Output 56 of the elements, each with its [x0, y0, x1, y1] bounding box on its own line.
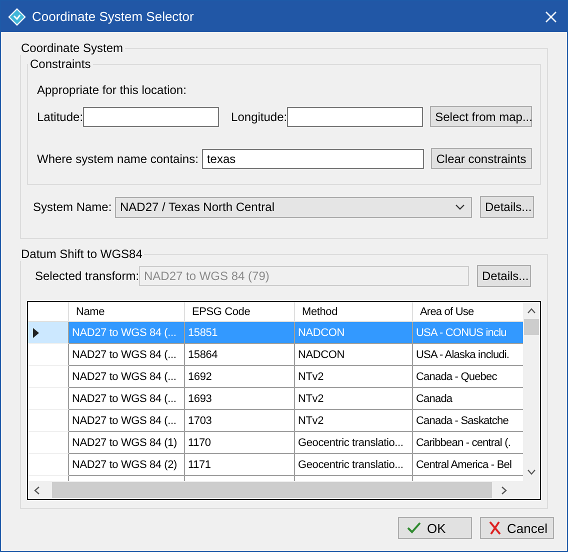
- input-field[interactable]: [287, 106, 424, 126]
- table-cell: NAD27 to WGS 84 (...: [69, 322, 185, 344]
- checkmark-icon: [407, 522, 421, 534]
- field-label: Where system name contains:: [37, 152, 200, 166]
- field-label: Latitude:: [37, 110, 84, 124]
- scroll-thumb[interactable]: [524, 319, 539, 335]
- table-cell: USA - CONUS inclu: [413, 322, 523, 344]
- table-cell: 1693: [185, 388, 295, 410]
- table-cell: NAD27 to WGS 84 (...: [69, 410, 185, 432]
- group-title: Coordinate System: [19, 41, 126, 55]
- details-button[interactable]: Details...: [477, 265, 531, 287]
- field-label: System Name:: [33, 200, 113, 214]
- table-cell: 1703: [185, 410, 295, 432]
- field-label: Appropriate for this location:: [37, 83, 188, 97]
- field-label: Selected transform:: [35, 269, 139, 283]
- table-cell: Geocentric translatio...: [295, 432, 413, 454]
- table-cell: 15864: [185, 344, 295, 366]
- group-title: Constraints: [28, 57, 93, 71]
- select-from-map-button[interactable]: Select from map...: [430, 106, 532, 127]
- table-cell: 15851: [185, 322, 295, 344]
- ok-button[interactable]: OK: [398, 517, 472, 539]
- scroll-left-icon: [34, 486, 40, 494]
- scroll-down-icon: [527, 469, 536, 475]
- window-title: Coordinate System Selector: [32, 9, 195, 24]
- table-cell: 1171: [185, 454, 295, 476]
- scroll-thumb[interactable]: [52, 482, 492, 498]
- table-cell: NAD27 to WGS 84 (1): [69, 432, 185, 454]
- input-field[interactable]: [83, 106, 220, 126]
- field-label: Longitude:: [231, 110, 288, 124]
- table-cell: NTv2: [295, 388, 413, 410]
- details-button[interactable]: Details...: [480, 196, 534, 218]
- dropdown[interactable]: NAD27 / Texas North Central: [115, 196, 472, 218]
- close-icon: [545, 10, 557, 22]
- table-cell: 1170: [185, 432, 295, 454]
- current-row-arrow-icon: [33, 328, 39, 338]
- input-field[interactable]: texas: [202, 148, 424, 168]
- table-cell: NTv2: [295, 410, 413, 432]
- cross-icon: [489, 521, 501, 535]
- scroll-right-icon: [501, 486, 507, 494]
- table-cell: NAD27 to WGS 84 (...: [69, 366, 185, 388]
- vertical-scrollbar[interactable]: [523, 302, 540, 481]
- table-cell: Geocentric translatio...: [295, 454, 413, 476]
- table-cell: NADCON: [295, 322, 413, 344]
- scroll-up-icon: [527, 308, 536, 314]
- clear-constraints-button[interactable]: Clear constraints: [430, 148, 532, 169]
- table-cell: NAD27 to WGS 84 (...: [69, 344, 185, 366]
- table-cell: 1692: [185, 366, 295, 388]
- table-cell: NAD27 to WGS 84 (2): [69, 454, 185, 476]
- chevron-down-icon: [455, 204, 465, 210]
- row-header[interactable]: [28, 322, 69, 344]
- table-cell: NADCON: [295, 344, 413, 366]
- cancel-button[interactable]: Cancel: [480, 517, 554, 539]
- table-cell: NAD27 to WGS 84 (...: [69, 388, 185, 410]
- app-logo-icon: [8, 8, 26, 26]
- group-title: Datum Shift to WGS84: [19, 247, 144, 261]
- table-cell: NTv2: [295, 366, 413, 388]
